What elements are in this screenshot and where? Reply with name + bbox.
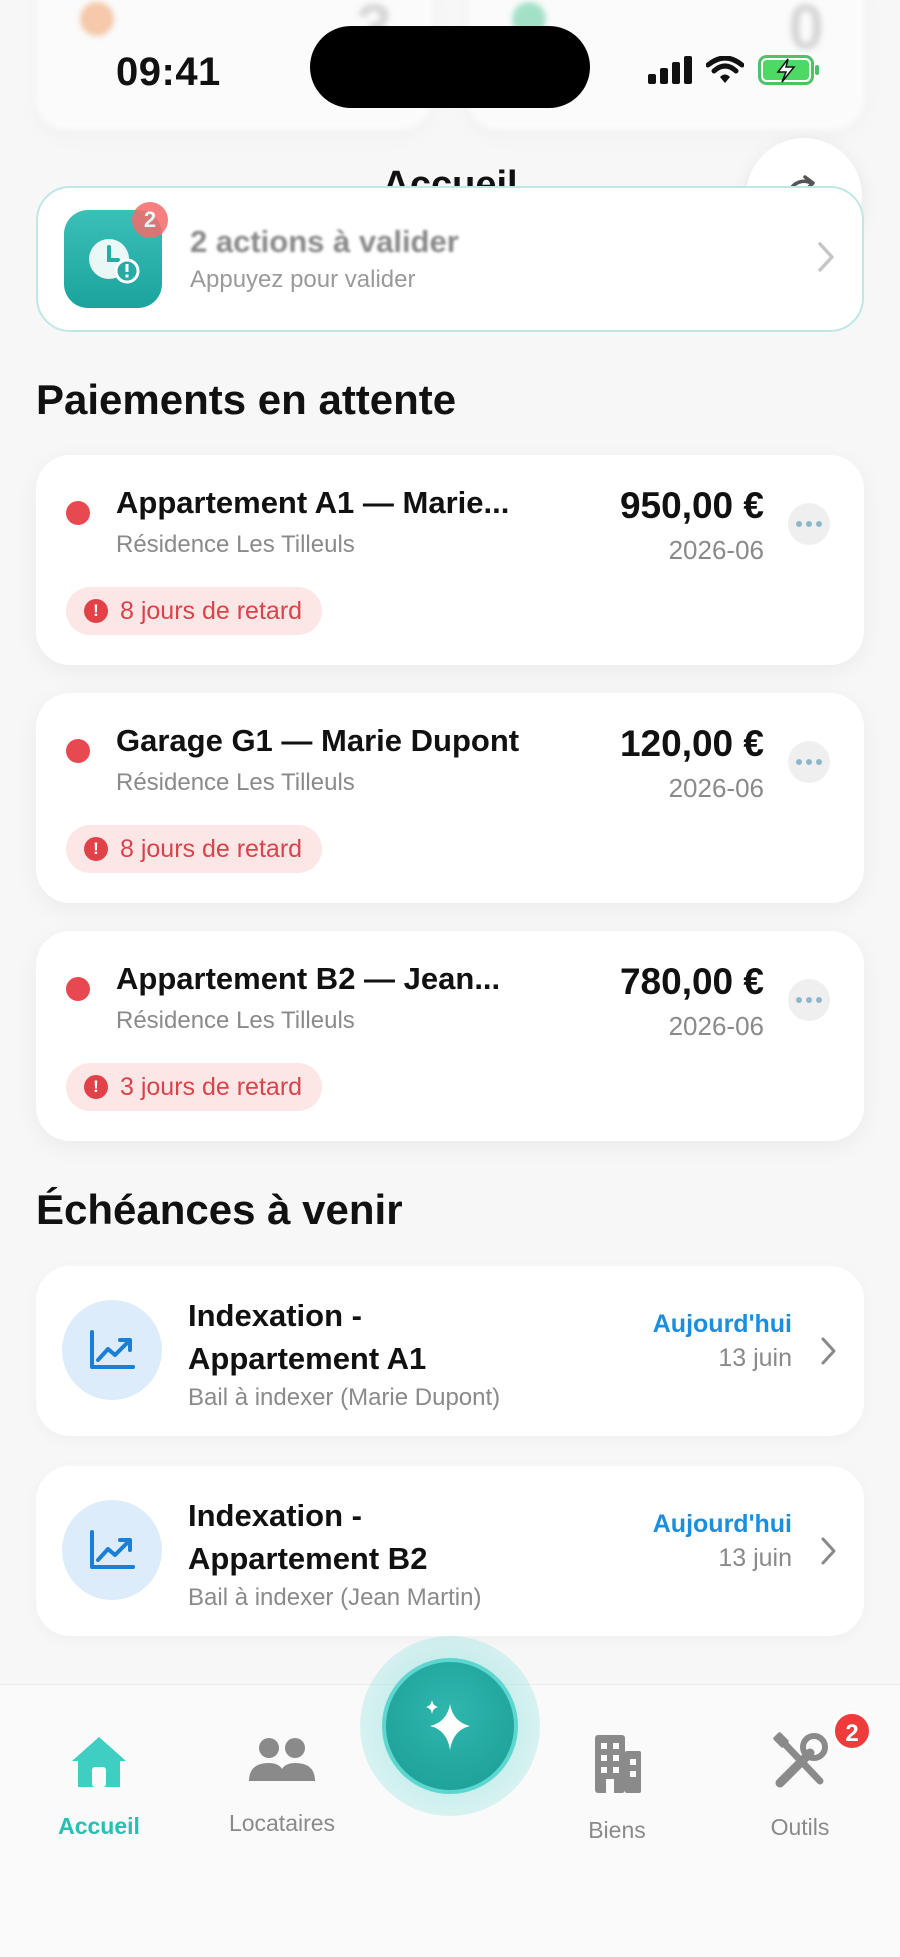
payment-card[interactable]: Garage G1 — Marie Dupont Résidence Les T… — [36, 693, 864, 903]
payment-card[interactable]: Appartement B2 — Jean... Résidence Les T… — [36, 931, 864, 1141]
more-options-button[interactable] — [788, 741, 830, 783]
late-text: 8 jours de retard — [120, 596, 303, 625]
upcoming-subtitle: Bail à indexer (Marie Dupont) — [188, 1384, 501, 1411]
dot-icon — [816, 759, 822, 765]
alert-icon: ! — [84, 599, 108, 623]
upcoming-title: Indexation - Appartement A1 — [188, 1298, 427, 1376]
cellular-signal-icon — [648, 56, 692, 84]
alert-icon: ! — [84, 1075, 108, 1099]
dot-icon — [806, 997, 812, 1003]
upcoming-item[interactable]: Indexation - Appartement A1 Bail à index… — [36, 1266, 864, 1436]
assistant-fab-button[interactable] — [382, 1658, 518, 1794]
chevron-right-icon — [821, 1537, 836, 1565]
dot-icon — [796, 997, 802, 1003]
dot-icon — [806, 521, 812, 527]
upcoming-date: 13 juin — [718, 1344, 792, 1372]
tab-badge: 2 — [832, 1711, 872, 1751]
tools-icon — [773, 1732, 828, 1788]
payment-subtitle: Résidence Les Tilleuls — [116, 531, 355, 558]
trend-up-icon — [62, 1500, 162, 1600]
section-title-pending-payments: Paiements en attente — [36, 376, 457, 423]
alert-icon: ! — [84, 837, 108, 861]
tab-label: Locataires — [228, 1810, 336, 1836]
payment-period: 2026-06 — [668, 773, 764, 803]
status-bar: 09:41 — [0, 0, 900, 140]
status-dot — [66, 977, 90, 1001]
upcoming-when: Aujourd'hui — [652, 1510, 792, 1538]
sparkles-icon — [426, 1700, 470, 1750]
late-text: 8 jours de retard — [120, 834, 303, 863]
upcoming-date: 13 juin — [718, 1544, 792, 1572]
tab-label: Outils — [770, 1814, 830, 1840]
actions-title: 2 actions à valider — [190, 224, 459, 259]
actions-badge: 2 — [132, 202, 168, 238]
payment-amount: 780,00 € — [619, 961, 764, 1002]
late-badge: ! 8 jours de retard — [66, 825, 323, 873]
payment-title: Garage G1 — Marie Dupont — [116, 723, 520, 758]
section-title-upcoming: Échéances à venir — [36, 1186, 403, 1233]
payment-period: 2026-06 — [668, 1011, 764, 1041]
status-time: 09:41 — [116, 50, 221, 94]
payment-title: Appartement A1 — Marie... — [116, 485, 510, 520]
payment-amount: 950,00 € — [619, 485, 764, 526]
more-options-button[interactable] — [788, 979, 830, 1021]
payment-title: Appartement B2 — Jean... — [116, 961, 501, 996]
status-dot — [66, 739, 90, 763]
trend-up-icon — [62, 1300, 162, 1400]
actions-to-validate-banner[interactable]: 2 2 actions à valider Appuyez pour valid… — [36, 186, 864, 332]
tab-label: Biens — [588, 1817, 646, 1843]
payment-period: 2026-06 — [668, 535, 764, 565]
dot-icon — [816, 521, 822, 527]
battery-charging-icon — [758, 55, 819, 85]
more-options-button[interactable] — [788, 503, 830, 545]
users-icon — [249, 1738, 315, 1781]
dot-icon — [806, 759, 812, 765]
upcoming-title: Indexation - Appartement B2 — [188, 1498, 428, 1576]
home-icon — [72, 1737, 126, 1787]
dynamic-island — [310, 26, 590, 108]
payment-subtitle: Résidence Les Tilleuls — [116, 1007, 355, 1034]
late-badge: ! 8 jours de retard — [66, 587, 323, 635]
upcoming-when: Aujourd'hui — [652, 1310, 792, 1338]
late-text: 3 jours de retard — [120, 1072, 303, 1101]
chevron-right-icon — [818, 242, 834, 272]
building-icon — [595, 1735, 641, 1793]
chevron-right-icon — [821, 1337, 836, 1365]
dot-icon — [816, 997, 822, 1003]
actions-subtitle: Appuyez pour valider — [190, 266, 416, 293]
status-icons — [648, 55, 820, 85]
upcoming-subtitle: Bail à indexer (Jean Martin) — [188, 1584, 482, 1611]
payment-amount: 120,00 € — [619, 723, 764, 764]
payment-card[interactable]: Appartement A1 — Marie... Résidence Les … — [36, 455, 864, 665]
wifi-icon — [706, 56, 744, 83]
payment-subtitle: Résidence Les Tilleuls — [116, 769, 355, 796]
tab-label: Accueil — [58, 1813, 140, 1839]
upcoming-item[interactable]: Indexation - Appartement B2 Bail à index… — [36, 1466, 864, 1636]
dot-icon — [796, 759, 802, 765]
status-dot — [66, 501, 90, 525]
dot-icon — [796, 521, 802, 527]
late-badge: ! 3 jours de retard — [66, 1063, 323, 1111]
